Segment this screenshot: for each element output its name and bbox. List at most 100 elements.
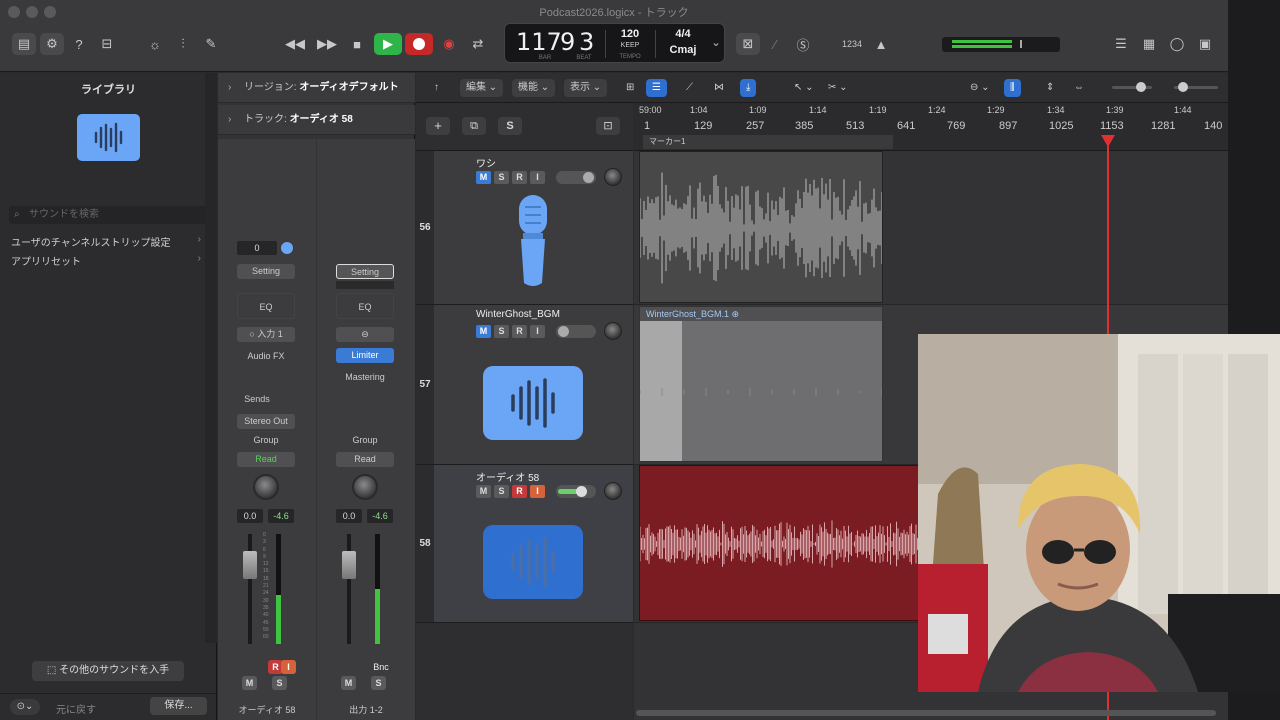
track-pan-knob[interactable]: [604, 168, 622, 186]
library-toggle-button[interactable]: ▤: [12, 33, 36, 55]
waveform-zoom-button[interactable]: ⫼: [1004, 79, 1021, 97]
automation-mode[interactable]: Read: [336, 452, 394, 467]
track-volume-slider[interactable]: [556, 485, 596, 498]
setting-button[interactable]: Setting: [237, 264, 295, 279]
mixer-button[interactable]: ⫶: [172, 33, 194, 55]
cycle-button[interactable]: ⇄: [466, 33, 490, 55]
library-item-app-presets[interactable]: アプリリセット ›: [11, 253, 201, 268]
track-volume-slider[interactable]: [556, 325, 596, 338]
library-scrollbar[interactable]: [205, 73, 217, 643]
track-solo-button[interactable]: S: [494, 325, 509, 338]
track-volume-thumb[interactable]: [576, 486, 587, 497]
solo-button[interactable]: S: [371, 676, 386, 690]
track-name[interactable]: WinterGhost_BGM: [476, 309, 560, 320]
horizontal-scrollbar[interactable]: [636, 710, 1216, 716]
smart-controls-button[interactable]: ☼: [144, 33, 166, 55]
track-inspector-header[interactable]: › トラック: オーディオ 58: [218, 105, 415, 135]
track-record-button[interactable]: R: [512, 485, 527, 498]
track-input-monitor-button[interactable]: I: [530, 325, 545, 338]
mastering-slot[interactable]: Mastering: [336, 370, 394, 385]
playhead-handle[interactable]: [1101, 135, 1115, 147]
list-view-button[interactable]: ☰: [646, 79, 667, 97]
flex-button[interactable]: ⋈: [708, 79, 730, 97]
stop-button[interactable]: ■: [346, 33, 368, 55]
track-mute-button[interactable]: M: [476, 485, 491, 498]
library-action-menu-button[interactable]: ⊙⌄: [10, 699, 40, 715]
pan-knob[interactable]: [352, 474, 378, 500]
audio-region-56[interactable]: [639, 151, 883, 303]
solo-button[interactable]: Ⓢ: [792, 33, 814, 55]
global-solo-button[interactable]: S: [498, 117, 522, 135]
volume-fader[interactable]: [243, 551, 257, 579]
bounce-button[interactable]: Bnc: [367, 660, 395, 675]
track-name[interactable]: ワシ: [476, 155, 496, 170]
notepad-button[interactable]: ▦: [1138, 33, 1160, 55]
play-button[interactable]: ▶: [374, 33, 402, 55]
revert-button[interactable]: 元に戻す: [56, 701, 96, 716]
library-search-input[interactable]: ⌕ サウンドを検索: [9, 206, 207, 224]
fit-vertical-button[interactable]: ⇕: [1040, 79, 1060, 97]
marker-1[interactable]: マーカー1: [643, 135, 893, 149]
link-slot[interactable]: ⊖: [336, 327, 394, 342]
vertical-zoom-thumb[interactable]: [1136, 82, 1146, 92]
region-inspector-header[interactable]: › リージョン: オーディオデフォルト: [218, 73, 415, 103]
track-volume-slider[interactable]: [556, 171, 596, 184]
metronome-button[interactable]: ▲: [870, 33, 892, 55]
audio-fx-slot[interactable]: Audio FX: [237, 349, 295, 364]
track-volume-thumb[interactable]: [583, 172, 594, 183]
library-patch-waveform-icon[interactable]: [77, 114, 140, 161]
forward-button[interactable]: ▶▶: [315, 33, 339, 55]
edit-menu[interactable]: 編集 ⌄: [460, 79, 504, 97]
loop-browser-button[interactable]: ◯: [1166, 33, 1188, 55]
back-button[interactable]: ↑: [428, 79, 445, 97]
track-solo-button[interactable]: S: [494, 171, 509, 184]
browser-button[interactable]: ▣: [1194, 33, 1216, 55]
list-editors-button[interactable]: ☰: [1110, 33, 1132, 55]
track-input-monitor-button[interactable]: I: [530, 485, 545, 498]
track-header-58[interactable]: 58 オーディオ 58 M S R I: [416, 465, 633, 623]
view-menu[interactable]: 表示 ⌄: [564, 79, 608, 97]
get-more-sounds-button[interactable]: ⬚ その他のサウンドを入手: [32, 661, 184, 681]
inspector-toggle-button[interactable]: ⚙: [40, 33, 64, 55]
catch-button[interactable]: ⤓: [740, 79, 757, 97]
duplicate-track-button[interactable]: ⧉: [462, 117, 486, 135]
grid-view-button[interactable]: ⊞: [620, 79, 640, 97]
strip-name[interactable]: 出力 1-2: [317, 703, 415, 716]
tuner-button[interactable]: ⁄: [764, 33, 786, 55]
output-slot[interactable]: Stereo Out: [237, 414, 295, 429]
toolbar-toggle-button[interactable]: ⊟: [96, 33, 118, 55]
input-monitor-button[interactable]: I: [281, 660, 296, 674]
capture-recording-button[interactable]: ◉: [438, 33, 460, 55]
audio-region-57[interactable]: WinterGhost_BGM.1 ⊕: [639, 306, 883, 462]
library-item-user-channel-strip[interactable]: ユーザのチャンネルストリップ設定 ›: [11, 234, 201, 249]
snap-menu[interactable]: ⊖ ⌄: [964, 79, 996, 97]
track-record-button[interactable]: R: [512, 171, 527, 184]
lcd-display[interactable]: 117 9 3 BAR BEAT 120 KEEP TEMPO 4/4 Cmaj…: [504, 23, 725, 63]
group-slot[interactable]: Group: [336, 433, 394, 448]
master-volume-meter[interactable]: [942, 37, 1060, 52]
track-solo-button[interactable]: S: [494, 485, 509, 498]
automation-button[interactable]: ⟋: [680, 79, 699, 97]
track-mute-button[interactable]: M: [476, 325, 491, 338]
automation-mode[interactable]: Read: [237, 452, 295, 467]
solo-button[interactable]: S: [272, 676, 287, 690]
track-volume-thumb[interactable]: [558, 326, 569, 337]
track-input-monitor-button[interactable]: I: [530, 171, 545, 184]
new-track-button[interactable]: +: [426, 117, 450, 135]
function-menu[interactable]: 機能 ⌄: [512, 79, 556, 97]
input-slot[interactable]: ○ 入力 1: [237, 327, 295, 342]
replace-button[interactable]: ⊠: [736, 33, 760, 55]
pan-knob[interactable]: [253, 474, 279, 500]
horizontal-zoom-slider[interactable]: [1174, 82, 1218, 92]
editors-button[interactable]: ✎: [200, 33, 222, 55]
group-slot[interactable]: Group: [237, 433, 295, 448]
master-volume-slider[interactable]: [1020, 40, 1022, 48]
vertical-zoom-slider[interactable]: [1112, 82, 1152, 92]
record-button[interactable]: [405, 33, 433, 55]
fit-horizontal-button[interactable]: ⇔: [1068, 79, 1090, 97]
setting-button[interactable]: Setting: [336, 264, 394, 279]
track-pan-knob[interactable]: [604, 322, 622, 340]
gain-value[interactable]: 0: [237, 241, 277, 255]
mute-button[interactable]: M: [341, 676, 356, 690]
horizontal-zoom-thumb[interactable]: [1178, 82, 1188, 92]
